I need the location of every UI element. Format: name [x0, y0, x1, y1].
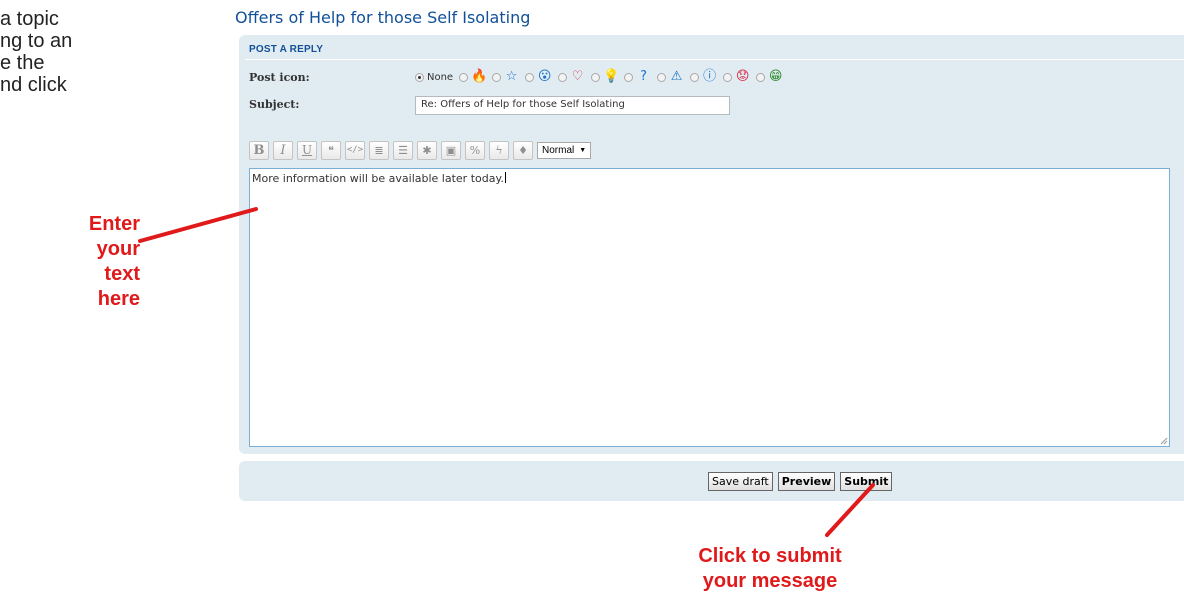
annotation-arrows: [138, 207, 875, 537]
enter-text-pointer-line: [138, 207, 258, 243]
submit-pointer-line: [825, 483, 875, 537]
